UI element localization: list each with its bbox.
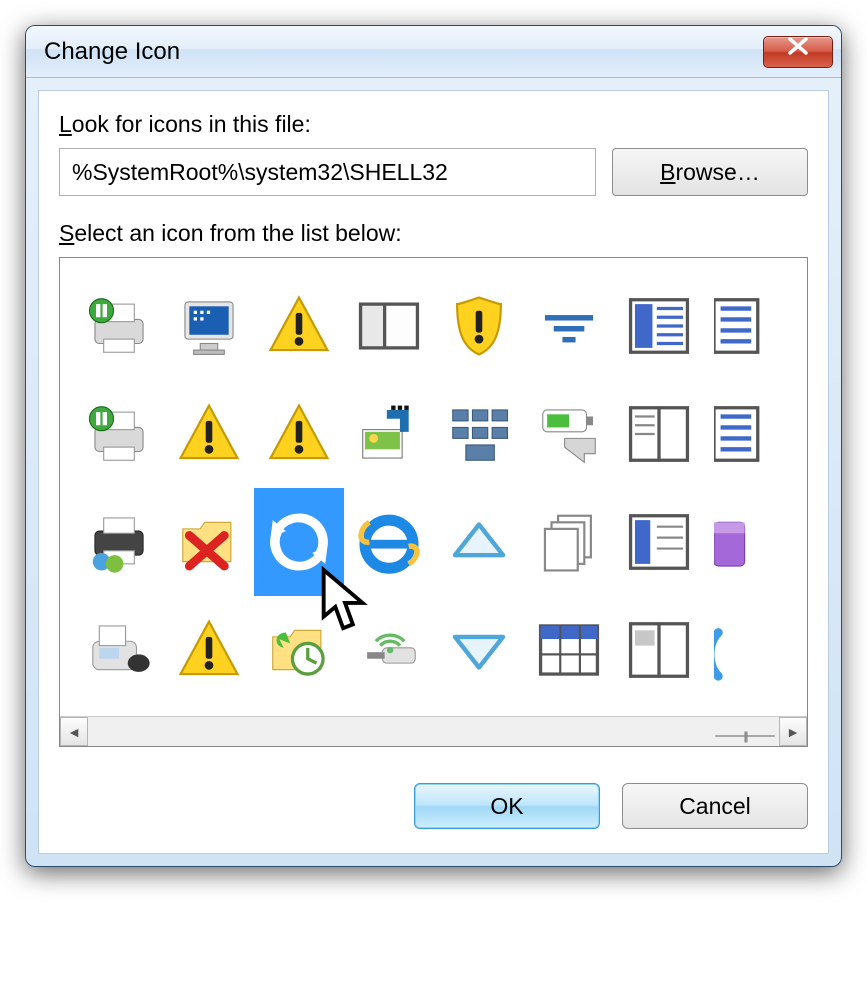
list-partial-icon — [714, 291, 784, 361]
table-view-icon — [534, 615, 604, 685]
select-icon-label: Select an icon from the list below: — [59, 220, 808, 247]
look-for-label: Look for icons in this file: — [59, 111, 808, 138]
close-button[interactable] — [763, 36, 833, 68]
icon-option-split-view-icon[interactable] — [614, 596, 704, 704]
icon-option-stack-icon[interactable] — [524, 488, 614, 596]
paperclip-partial-icon — [714, 615, 784, 685]
triangle-up-icon — [444, 507, 514, 577]
cancel-button[interactable]: Cancel — [622, 783, 808, 829]
list-partial-icon — [714, 399, 784, 469]
icon-option-column-pane-icon[interactable] — [614, 488, 704, 596]
icon-option-folder-history-icon[interactable] — [254, 596, 344, 704]
browse-button[interactable]: Browse… — [612, 148, 808, 196]
icon-option-monitor-bluescreen-icon[interactable] — [164, 272, 254, 380]
docked-window-icon — [354, 291, 424, 361]
close-icon — [786, 37, 810, 55]
change-icon-dialog: Change Icon Look for icons in this file:… — [25, 25, 842, 867]
media-files-icon — [354, 399, 424, 469]
delete-folder-icon — [174, 507, 244, 577]
warning-icon — [264, 399, 334, 469]
window-title: Change Icon — [44, 38, 180, 66]
icon-option-printer-pause-icon[interactable] — [74, 380, 164, 488]
folder-history-icon — [264, 615, 334, 685]
split-view-icon — [624, 615, 694, 685]
icon-option-details-view-icon[interactable] — [614, 272, 704, 380]
dialog-client-area: Look for icons in this file: Browse… Sel… — [38, 90, 829, 854]
icon-option-purple-drive-partial-icon[interactable] — [704, 488, 794, 596]
icon-option-filter-icon[interactable] — [524, 272, 614, 380]
monitor-bluescreen-icon — [174, 291, 244, 361]
horizontal-scrollbar[interactable]: ◄ ||| ► — [60, 716, 807, 746]
icon-option-media-files-icon[interactable] — [344, 380, 434, 488]
tiles-icon — [444, 399, 514, 469]
icon-option-refresh-icon[interactable] — [254, 488, 344, 596]
warning-icon — [174, 399, 244, 469]
stack-icon — [534, 507, 604, 577]
icon-path-input[interactable] — [59, 148, 596, 196]
printer-pause-icon — [84, 399, 154, 469]
icon-option-docked-window-icon[interactable] — [344, 272, 434, 380]
icon-option-delete-folder-icon[interactable] — [164, 488, 254, 596]
ok-button[interactable]: OK — [414, 783, 600, 829]
icon-option-shield-warning-icon[interactable] — [434, 272, 524, 380]
shield-warning-icon — [444, 291, 514, 361]
shared-printer-icon — [84, 507, 154, 577]
icon-option-table-view-icon[interactable] — [524, 596, 614, 704]
internet-explorer-icon — [354, 507, 424, 577]
icon-option-fax-icon[interactable] — [74, 596, 164, 704]
icon-option-reading-pane-icon[interactable] — [614, 380, 704, 488]
details-view-icon — [624, 291, 694, 361]
wireless-dongle-icon — [354, 615, 424, 685]
triangle-down-icon — [444, 615, 514, 685]
fax-icon — [84, 615, 154, 685]
icon-option-wireless-dongle-icon[interactable] — [344, 596, 434, 704]
icon-option-internet-explorer-icon[interactable] — [344, 488, 434, 596]
icon-option-triangle-down-icon[interactable] — [434, 596, 524, 704]
filter-icon — [534, 291, 604, 361]
scroll-left-button[interactable]: ◄ — [60, 717, 88, 746]
icon-option-list-partial-icon[interactable] — [704, 272, 794, 380]
warning-icon — [174, 615, 244, 685]
icon-option-battery-eject-icon[interactable] — [524, 380, 614, 488]
printer-pause-icon — [84, 291, 154, 361]
purple-drive-partial-icon — [714, 507, 784, 577]
column-pane-icon — [624, 507, 694, 577]
icon-option-warning-icon[interactable] — [164, 596, 254, 704]
icon-option-warning-icon[interactable] — [254, 380, 344, 488]
scroll-right-button[interactable]: ► — [779, 717, 807, 746]
icon-list[interactable]: ◄ ||| ► — [59, 257, 808, 747]
reading-pane-icon — [624, 399, 694, 469]
refresh-icon — [264, 507, 334, 577]
scroll-thumb[interactable]: ||| — [715, 735, 775, 737]
battery-eject-icon — [534, 399, 604, 469]
icon-option-warning-icon[interactable] — [164, 380, 254, 488]
icon-option-warning-icon[interactable] — [254, 272, 344, 380]
icon-option-printer-pause-icon[interactable] — [74, 272, 164, 380]
icon-option-paperclip-partial-icon[interactable] — [704, 596, 794, 704]
icon-option-shared-printer-icon[interactable] — [74, 488, 164, 596]
icon-option-triangle-up-icon[interactable] — [434, 488, 524, 596]
icon-option-tiles-icon[interactable] — [434, 380, 524, 488]
icon-option-list-partial-icon[interactable] — [704, 380, 794, 488]
titlebar[interactable]: Change Icon — [26, 26, 841, 78]
warning-icon — [264, 291, 334, 361]
